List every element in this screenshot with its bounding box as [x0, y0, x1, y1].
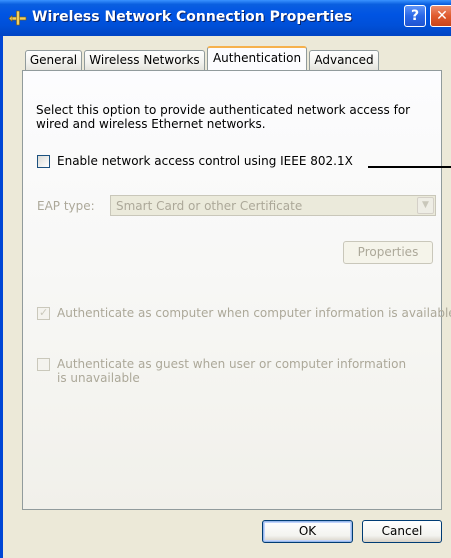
auth-computer-label: Authenticate as computer when computer i… — [57, 306, 451, 320]
window-border — [0, 36, 3, 558]
check-icon: ✓ — [39, 306, 49, 319]
callout-line — [368, 166, 451, 168]
tab-advanced[interactable]: Advanced — [309, 50, 379, 70]
network-connection-icon — [8, 10, 27, 26]
enable-8021x-row[interactable]: Enable network access control using IEEE… — [37, 154, 367, 170]
properties-button[interactable]: Properties — [343, 241, 433, 264]
title-bar[interactable]: Wireless Network Connection Properties ?… — [0, 0, 451, 36]
close-button[interactable]: ✕ — [430, 5, 451, 27]
tab-general[interactable]: General — [25, 50, 82, 70]
auth-computer-row[interactable]: ✓ Authenticate as computer when computer… — [37, 306, 451, 322]
auth-guest-checkbox[interactable] — [37, 358, 50, 371]
window-title: Wireless Network Connection Properties — [32, 9, 353, 25]
eap-type-select[interactable]: Smart Card or other Certificate ▼ — [110, 195, 436, 216]
authentication-description: Select this option to provide authentica… — [36, 103, 411, 131]
auth-guest-label: Authenticate as guest when user or compu… — [57, 357, 407, 385]
enable-8021x-checkbox[interactable] — [37, 155, 50, 168]
ok-button[interactable]: OK — [262, 520, 353, 543]
eap-type-label: EAP type: — [37, 199, 95, 213]
tab-authentication[interactable]: Authentication — [207, 46, 307, 70]
authentication-panel — [22, 70, 442, 510]
tab-wireless-networks[interactable]: Wireless Networks — [84, 50, 205, 70]
properties-dialog: Wireless Network Connection Properties ?… — [0, 0, 451, 558]
cancel-button[interactable]: Cancel — [362, 520, 442, 543]
enable-8021x-label: Enable network access control using IEEE… — [57, 154, 353, 168]
eap-type-value: Smart Card or other Certificate — [116, 199, 303, 213]
chevron-down-icon[interactable]: ▼ — [417, 197, 434, 214]
help-button[interactable]: ? — [404, 5, 426, 27]
auth-guest-row[interactable]: Authenticate as guest when user or compu… — [37, 357, 432, 389]
auth-computer-checkbox[interactable]: ✓ — [37, 306, 50, 320]
